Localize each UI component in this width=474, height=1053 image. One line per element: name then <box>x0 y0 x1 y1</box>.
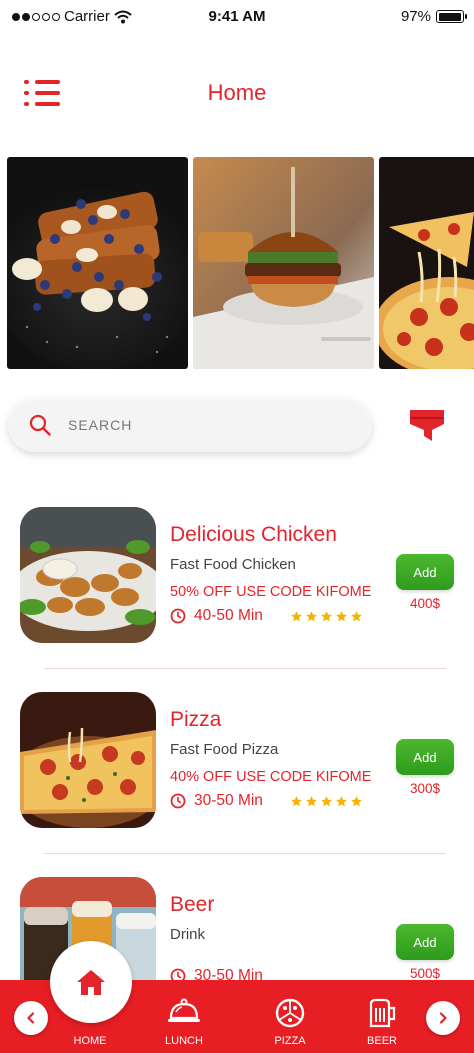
star-icon <box>336 611 347 622</box>
pizza-image[interactable] <box>379 157 474 369</box>
price: 500$ <box>409 966 441 981</box>
star-icon <box>291 796 302 807</box>
pizza-icon <box>275 998 305 1028</box>
delivery-time-label: 30-50 Min <box>194 792 263 809</box>
food-offer: 50% OFF USE CODE KIFOME <box>170 584 372 600</box>
food-name: Delicious Chicken <box>170 523 337 546</box>
star-icon <box>306 611 317 622</box>
delivery-time: 40-50 Min <box>170 607 263 625</box>
rating-stars <box>290 795 363 808</box>
star-icon <box>336 796 347 807</box>
star-icon <box>351 796 362 807</box>
search-input[interactable] <box>68 417 328 433</box>
nav-pizza-button[interactable] <box>260 998 320 1028</box>
burger-image[interactable] <box>193 157 374 369</box>
nav-label-pizza[interactable]: PIZZA <box>260 1035 320 1047</box>
price: 300$ <box>409 781 441 796</box>
chicken-image[interactable] <box>20 507 156 643</box>
add-button[interactable]: Add <box>396 739 454 775</box>
price: 400$ <box>409 596 441 611</box>
battery-status: 97% <box>400 8 467 25</box>
delivery-time: 30-50 Min <box>170 792 263 810</box>
cloche-icon <box>168 998 200 1022</box>
chevron-left-icon[interactable] <box>14 1001 48 1035</box>
add-button[interactable]: Add <box>396 554 454 590</box>
food-name: Pizza <box>170 708 222 731</box>
home-icon <box>77 970 105 995</box>
divider <box>44 668 446 669</box>
nav-label-home[interactable]: HOME <box>60 1035 120 1047</box>
battery-level <box>438 12 461 21</box>
app-header: Home <box>0 70 474 116</box>
food-offer: 40% OFF USE CODE KIFOME <box>170 769 372 785</box>
food-category: Fast Food Pizza <box>170 741 279 758</box>
page-title: Home <box>207 80 267 105</box>
food-category: Drink <box>170 926 206 943</box>
nav-lunch-button[interactable] <box>154 998 214 1024</box>
star-icon <box>291 611 302 622</box>
beer-icon <box>369 998 396 1028</box>
star-icon <box>351 611 362 622</box>
status-bar: Carrier 9:41 AM 97% <box>0 0 474 34</box>
food-name: Beer <box>170 893 215 916</box>
add-button[interactable]: Add <box>396 924 454 960</box>
battery-percent: 97% <box>400 8 431 25</box>
nav-beer-button[interactable] <box>352 998 412 1028</box>
divider <box>44 853 446 854</box>
banner-carousel[interactable] <box>7 157 474 369</box>
pizza-thumbnail-image[interactable] <box>20 692 156 828</box>
food-list-item[interactable]: Pizza Fast Food Pizza 40% OFF USE CODE K… <box>0 692 474 832</box>
star-icon <box>321 611 332 622</box>
nav-label-beer[interactable]: BEER <box>352 1035 412 1047</box>
nav-label-lunch[interactable]: LUNCH <box>154 1035 214 1047</box>
nav-home-button[interactable] <box>50 941 132 1023</box>
search-icon[interactable] <box>28 413 52 437</box>
star-icon <box>321 796 332 807</box>
battery-icon <box>436 10 467 23</box>
food-category: Fast Food Chicken <box>170 556 296 573</box>
star-icon <box>306 796 317 807</box>
delivery-time-label: 40-50 Min <box>194 607 263 624</box>
chevron-right-icon[interactable] <box>426 1001 460 1035</box>
search-bar <box>8 398 372 452</box>
food-list-item[interactable]: Delicious Chicken Fast Food Chicken 50% … <box>0 507 474 647</box>
filter-icon[interactable] <box>408 408 446 444</box>
clock-icon <box>170 793 186 809</box>
french-toast-image[interactable] <box>7 157 188 369</box>
clock-icon <box>170 608 186 624</box>
rating-stars <box>290 610 363 623</box>
